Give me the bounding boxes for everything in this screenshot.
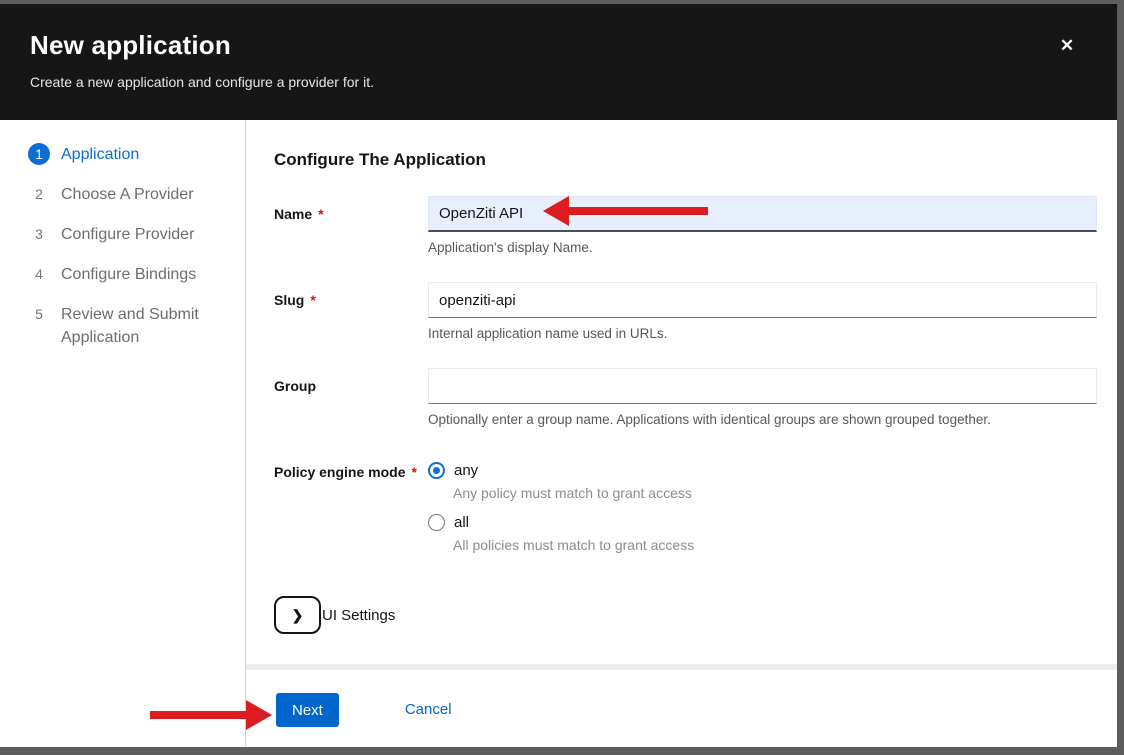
name-field[interactable]	[428, 196, 1097, 232]
group-field-row: Group Optionally enter a group name. App…	[274, 368, 1097, 428]
modal-title: New application	[30, 28, 1087, 62]
group-field[interactable]	[428, 368, 1097, 404]
wizard-step-configure-provider[interactable]: 3 Configure Provider	[0, 223, 245, 246]
step-label: Configure Bindings	[61, 263, 196, 286]
policy-engine-mode-label: Policy engine mode*	[274, 454, 428, 566]
next-button[interactable]: Next	[276, 693, 339, 727]
radio-all-description: All policies must match to grant access	[453, 537, 1097, 554]
required-indicator: *	[310, 292, 315, 308]
name-helper-text: Application's display Name.	[428, 239, 1097, 256]
step-number: 2	[28, 183, 50, 205]
chevron-right-icon: ❯	[292, 608, 304, 622]
modal-header: New application Create a new application…	[0, 4, 1117, 120]
step-number: 1	[28, 143, 50, 165]
modal-subtitle: Create a new application and configure a…	[30, 73, 1087, 91]
step-label: Review and Submit Application	[61, 303, 211, 349]
close-icon[interactable]: ✕	[1055, 34, 1079, 58]
name-field-row: Name* Application's display Name.	[274, 196, 1097, 256]
new-application-modal: New application Create a new application…	[0, 4, 1117, 747]
step-number: 3	[28, 223, 50, 245]
slug-helper-text: Internal application name used in URLs.	[428, 325, 1097, 342]
policy-engine-mode-options: any Any policy must match to grant acces…	[428, 454, 1097, 566]
group-helper-text: Optionally enter a group name. Applicati…	[428, 411, 1097, 428]
radio-any[interactable]: any	[428, 462, 1097, 479]
slug-label: Slug*	[274, 282, 428, 342]
wizard-step-review-submit[interactable]: 5 Review and Submit Application	[0, 303, 245, 349]
wizard-step-application[interactable]: 1 Application	[0, 143, 245, 166]
slug-field[interactable]	[428, 282, 1097, 318]
modal-body: 1 Application 2 Choose A Provider 3 Conf…	[0, 120, 1117, 747]
step-label: Configure Provider	[61, 223, 194, 246]
page-backdrop: New application Create a new application…	[0, 0, 1124, 755]
wizard-step-configure-bindings[interactable]: 4 Configure Bindings	[0, 263, 245, 286]
slug-field-row: Slug* Internal application name used in …	[274, 282, 1097, 342]
radio-button-icon	[428, 462, 445, 479]
step-label: Application	[61, 143, 139, 166]
required-indicator: *	[411, 464, 416, 480]
policy-engine-mode-row: Policy engine mode* any Any policy must …	[274, 454, 1097, 566]
page-title: Configure The Application	[274, 150, 1097, 170]
radio-button-icon	[428, 514, 445, 531]
radio-any-description: Any policy must match to grant access	[453, 485, 1097, 502]
content-column: Configure The Application Name* Applicat…	[246, 120, 1117, 747]
ui-settings-section: ❯ UI Settings	[274, 596, 1097, 634]
ui-settings-label: UI Settings	[322, 607, 395, 624]
modal-footer: Next Cancel	[246, 670, 1117, 747]
step-label: Choose A Provider	[61, 183, 194, 206]
cancel-link[interactable]: Cancel	[405, 693, 452, 727]
group-label: Group	[274, 368, 428, 428]
step-number: 4	[28, 263, 50, 285]
application-form: Configure The Application Name* Applicat…	[246, 120, 1117, 664]
wizard-step-choose-provider[interactable]: 2 Choose A Provider	[0, 183, 245, 206]
required-indicator: *	[318, 206, 323, 222]
name-label: Name*	[274, 196, 428, 256]
step-number: 5	[28, 303, 50, 325]
wizard-step-nav: 1 Application 2 Choose A Provider 3 Conf…	[0, 120, 246, 747]
ui-settings-expand-button[interactable]: ❯	[274, 596, 321, 634]
radio-all[interactable]: all	[428, 514, 1097, 531]
